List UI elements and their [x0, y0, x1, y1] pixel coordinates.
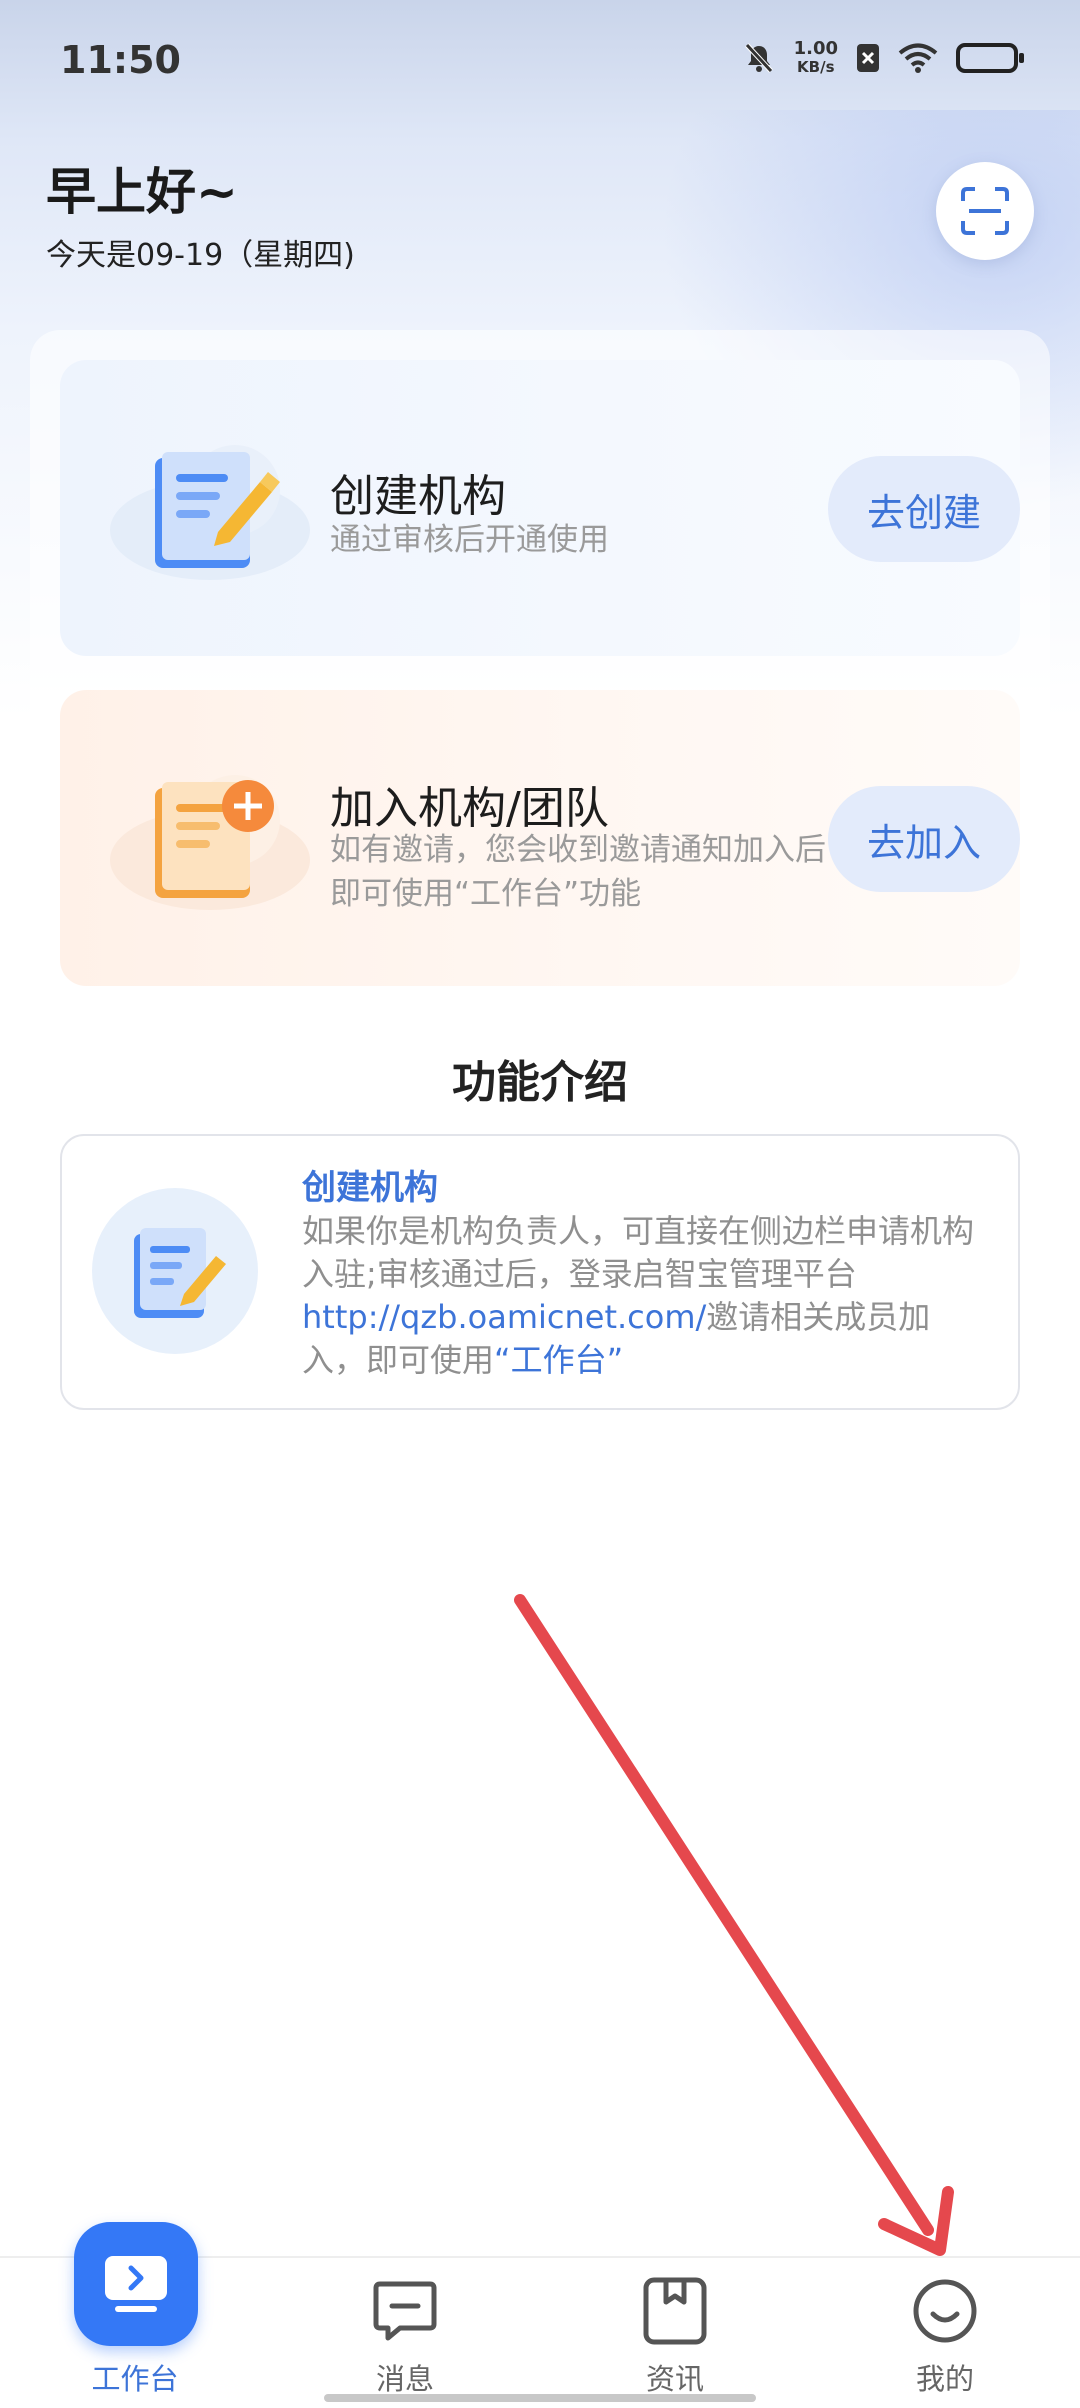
greeting-title: 早上好~	[46, 163, 238, 221]
feature-section-title: 功能介绍	[452, 1057, 628, 1108]
nav-item-message[interactable]: 消息	[270, 2258, 540, 2408]
feature-illustration	[92, 1188, 258, 1354]
status-icons: 1.00 KB/s	[742, 38, 1024, 77]
bottom-nav: 工作台 消息 资讯 我的	[0, 2222, 1080, 2408]
nav-label-message: 消息	[375, 2362, 434, 2396]
join-org-illustration	[110, 775, 310, 910]
go-join-button[interactable]: 去加入	[828, 786, 1020, 892]
bell-mute-icon	[744, 43, 773, 73]
nav-label-profile: 我的	[915, 2362, 974, 2396]
battery-icon	[956, 43, 1024, 73]
nav-item-news[interactable]: 资讯	[540, 2258, 810, 2408]
network-speed: 1.00 KB/s	[793, 38, 838, 77]
create-org-illustration	[110, 445, 310, 580]
profile-icon	[913, 2279, 977, 2343]
feature-card: 创建机构 如果你是机构负责人，可直接在侧边栏申请机构入驻;审核通过后，登录启智宝…	[60, 1134, 1020, 1410]
wifi-icon	[898, 43, 938, 73]
workbench-icon	[74, 2222, 198, 2346]
join-org-desc: 如有邀请，您会收到邀请通知加入后即可使用“工作台”功能	[330, 832, 826, 912]
nav-item-workbench[interactable]: 工作台	[0, 2222, 270, 2408]
home-indicator	[324, 2394, 756, 2402]
document-edit-icon	[134, 1228, 226, 1318]
workbench-highlight: “工作台”	[494, 1341, 624, 1379]
nav-item-profile[interactable]: 我的	[810, 2258, 1080, 2408]
status-bar: 11:50 1.00 KB/s	[0, 0, 1080, 110]
create-org-desc: 通过审核后开通使用	[330, 522, 609, 558]
go-create-button[interactable]: 去创建	[828, 456, 1020, 562]
message-icon	[373, 2281, 437, 2341]
feature-title: 创建机构	[302, 1168, 438, 1208]
feature-body: 如果你是机构负责人，可直接在侧边栏申请机构入驻;审核通过后，登录启智宝管理平台h…	[302, 1212, 975, 1379]
status-time: 11:50	[60, 38, 181, 82]
nav-label-news: 资讯	[645, 2362, 704, 2396]
join-org-card[interactable]: 加入机构/团队 如有邀请，您会收到邀请通知加入后即可使用“工作台”功能 去加入	[60, 690, 1020, 986]
feature-text: 创建机构 如果你是机构负责人，可直接在侧边栏申请机构入驻;审核通过后，登录启智宝…	[302, 1166, 992, 1382]
scan-button[interactable]	[936, 162, 1034, 260]
nav-label-workbench: 工作台	[91, 2362, 179, 2396]
sim-off-icon	[857, 44, 879, 72]
platform-link[interactable]: http://qzb.oamicnet.com/	[302, 1298, 706, 1336]
scan-icon	[961, 187, 1009, 235]
news-icon	[643, 2277, 707, 2345]
join-org-title: 加入机构/团队	[330, 783, 609, 834]
date-text: 今天是09-19（星期四)	[46, 238, 355, 273]
create-org-card[interactable]: 创建机构 通过审核后开通使用 去创建	[60, 360, 1020, 656]
create-org-title: 创建机构	[330, 471, 506, 522]
